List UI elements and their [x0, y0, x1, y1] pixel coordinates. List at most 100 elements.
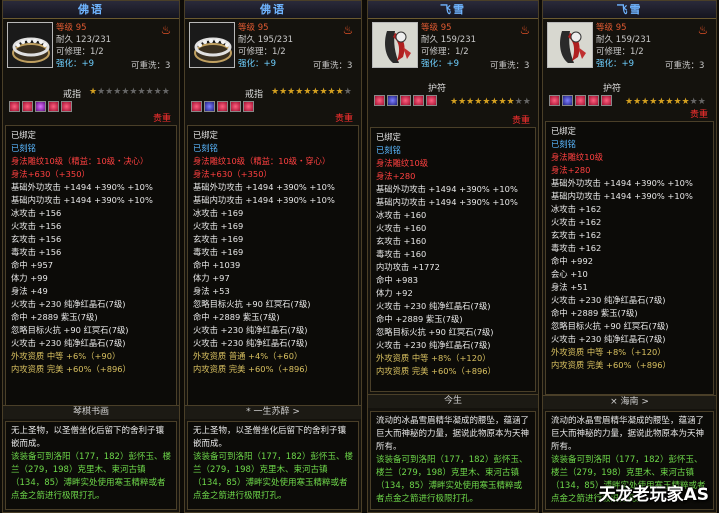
attribute-line: 命中 +2889 紫玉(7级): [376, 314, 463, 324]
gem-icon[interactable]: [48, 101, 59, 112]
star-icon: ★: [673, 97, 682, 107]
rarity-label: 贵重: [152, 114, 171, 124]
attribute-line: 内攻资质 完美 +60%（+896）: [376, 366, 496, 376]
star-icon: ★: [335, 87, 344, 97]
item-type: 护符: [603, 84, 622, 94]
gem-icon[interactable]: [230, 101, 241, 112]
item-icon[interactable]: [7, 22, 53, 68]
attribute-line: 火攻击 +230 纯净红晶石(7级): [551, 295, 666, 305]
star-icon: ★: [327, 87, 336, 97]
attribute-line: 玄攻击 +162: [551, 230, 602, 240]
level-text: 等级 95: [596, 23, 627, 33]
reroll-text: 可重洗：3: [490, 61, 530, 71]
star-icon: ★: [697, 97, 706, 107]
item-description: 无上圣物，以圣僧坐化后留下的舍利子镶嵌而成。 该装备可到洛阳（177，182）彭怀…: [187, 421, 359, 510]
gem-icon[interactable]: [575, 95, 586, 106]
gem-icon[interactable]: [204, 101, 215, 112]
watermark: 天龙老玩家AS: [598, 485, 709, 505]
description-line: 该装备可到洛阳（177，182）彭怀玉、楼兰（279，198）克里木、束河古镇（…: [376, 455, 528, 504]
reroll-text: 可重洗：3: [131, 61, 171, 71]
gem-icon[interactable]: [61, 101, 72, 112]
item-name: 飞雪: [368, 1, 538, 19]
gem-icon[interactable]: [217, 101, 228, 112]
gem-slots: [9, 101, 72, 112]
attribute-line: 命中 +992: [551, 256, 594, 266]
attribute-line: 忽略目标火抗 +90 红冥石(7级): [376, 327, 494, 337]
attribute-line: 冰攻击 +156: [11, 208, 62, 218]
flame-emblem-icon: ♨: [160, 23, 172, 37]
flame-emblem-icon: ♨: [519, 23, 531, 37]
item-icon[interactable]: [189, 22, 235, 68]
attribute-line: 基础外功攻击 +1494 +390% +10%: [11, 182, 153, 192]
attribute-line: 毒攻击 +156: [11, 247, 62, 257]
durability-text: 耐久 195/231: [238, 35, 294, 45]
attribute-line: 命中 +957: [11, 260, 54, 270]
attribute-line: 外攻资质 中等 +8%（+120）: [376, 353, 491, 363]
attribute-line: 已刻铭: [551, 139, 576, 149]
item-type: 戒指: [245, 90, 264, 100]
item-header: 等级 95 耐久 159/231 可修理：1/2 强化：+9 可重洗：3 ♨: [543, 19, 716, 81]
attribute-line: 基础外功攻击 +1494 +390% +10%: [551, 178, 693, 188]
flame-emblem-icon: ♨: [342, 23, 354, 37]
attribute-line: 命中 +2889 紫玉(7级): [193, 312, 280, 322]
attribute-line: 毒攻击 +169: [193, 247, 244, 257]
item-type: 护符: [428, 84, 447, 94]
gem-icon[interactable]: [588, 95, 599, 106]
gem-icon[interactable]: [35, 101, 46, 112]
item-header: 等级 95 耐久 123/231 可修理：1/2 强化：+9 可重洗：3 ♨: [3, 19, 179, 81]
attribute-line: 基础内功攻击 +1494 +390% +10%: [376, 197, 518, 207]
reroll-text: 可重洗：3: [313, 61, 353, 71]
enhance-text: 强化：+9: [56, 59, 95, 69]
item-icon[interactable]: [547, 22, 593, 68]
attribute-line: 外攻资质 普通 +4%（+60）: [193, 351, 303, 361]
inscription-label: 琴棋书画: [3, 405, 179, 419]
attribute-line: 冰攻击 +162: [551, 204, 602, 214]
attribute-line: 命中 +2889 紫玉(7级): [11, 312, 98, 322]
gem-icon[interactable]: [426, 95, 437, 106]
item-description: 无上圣物，以圣僧坐化后留下的舍利子镶嵌而成。 该装备可到洛阳（177，182）彭怀…: [5, 421, 177, 510]
item-stats: 等级 95 耐久 195/231 可修理：1/2 强化：+9: [238, 22, 293, 70]
durability-text: 耐久 123/231: [56, 35, 112, 45]
gem-slots: [549, 95, 612, 106]
gem-icon[interactable]: [9, 101, 20, 112]
gem-icon[interactable]: [562, 95, 573, 106]
repair-text: 可修理：1/2: [421, 47, 469, 57]
attribute-line: 已绑定: [193, 130, 218, 140]
star-icon: ★: [153, 87, 162, 97]
inscription-label: × 海南 >: [543, 395, 716, 409]
level-text: 等级 95: [238, 23, 269, 33]
gem-icon[interactable]: [243, 101, 254, 112]
star-icon: ★: [145, 87, 154, 97]
rarity-label: 贵重: [689, 110, 708, 120]
inscription-label: * 一生苏醉 >: [185, 405, 361, 419]
attribute-line: 身法+280: [376, 171, 416, 181]
gem-icon[interactable]: [549, 95, 560, 106]
attribute-line: 内攻资质 完美 +60%（+896）: [551, 360, 671, 370]
attribute-line: 忽略目标火抗 +90 红冥石(7级): [551, 321, 669, 331]
star-icon: ★: [450, 97, 459, 107]
item-type: 戒指: [63, 90, 82, 100]
gem-icon[interactable]: [374, 95, 385, 106]
star-icon: ★: [689, 97, 698, 107]
gem-icon[interactable]: [601, 95, 612, 106]
gem-icon[interactable]: [22, 101, 33, 112]
item-icon[interactable]: [372, 22, 418, 68]
gem-icon[interactable]: [413, 95, 424, 106]
attribute-line: 会心 +10: [551, 269, 588, 279]
attribute-line: 玄攻击 +156: [11, 234, 62, 244]
durability-text: 耐久 159/231: [596, 35, 652, 45]
attribute-line: 冰攻击 +169: [193, 208, 244, 218]
attribute-line: 火攻击 +160: [376, 223, 427, 233]
star-rating: ★★★★★★★★★★: [625, 97, 706, 107]
item-name: 佛语: [3, 1, 179, 19]
gem-icon[interactable]: [387, 95, 398, 106]
attribute-line: 内攻资质 完美 +60%（+896）: [11, 364, 131, 374]
attribute-line: 忽略目标火抗 +90 红冥石(7级): [193, 299, 311, 309]
enhance-text: 强化：+9: [238, 59, 277, 69]
attribute-line: 火攻击 +230 纯净红晶石(7级): [11, 338, 126, 348]
attribute-line: 命中 +2889 紫玉(7级): [551, 308, 638, 318]
item-tooltip-panel: 飞雪 等级 95 耐久 159/231 可修理：1/2 强化：+9 可重洗：3 ♨ 护符 ★★★…: [542, 0, 717, 513]
gem-icon[interactable]: [400, 95, 411, 106]
gem-icon[interactable]: [191, 101, 202, 112]
attribute-line: 身法 +51: [551, 282, 588, 292]
